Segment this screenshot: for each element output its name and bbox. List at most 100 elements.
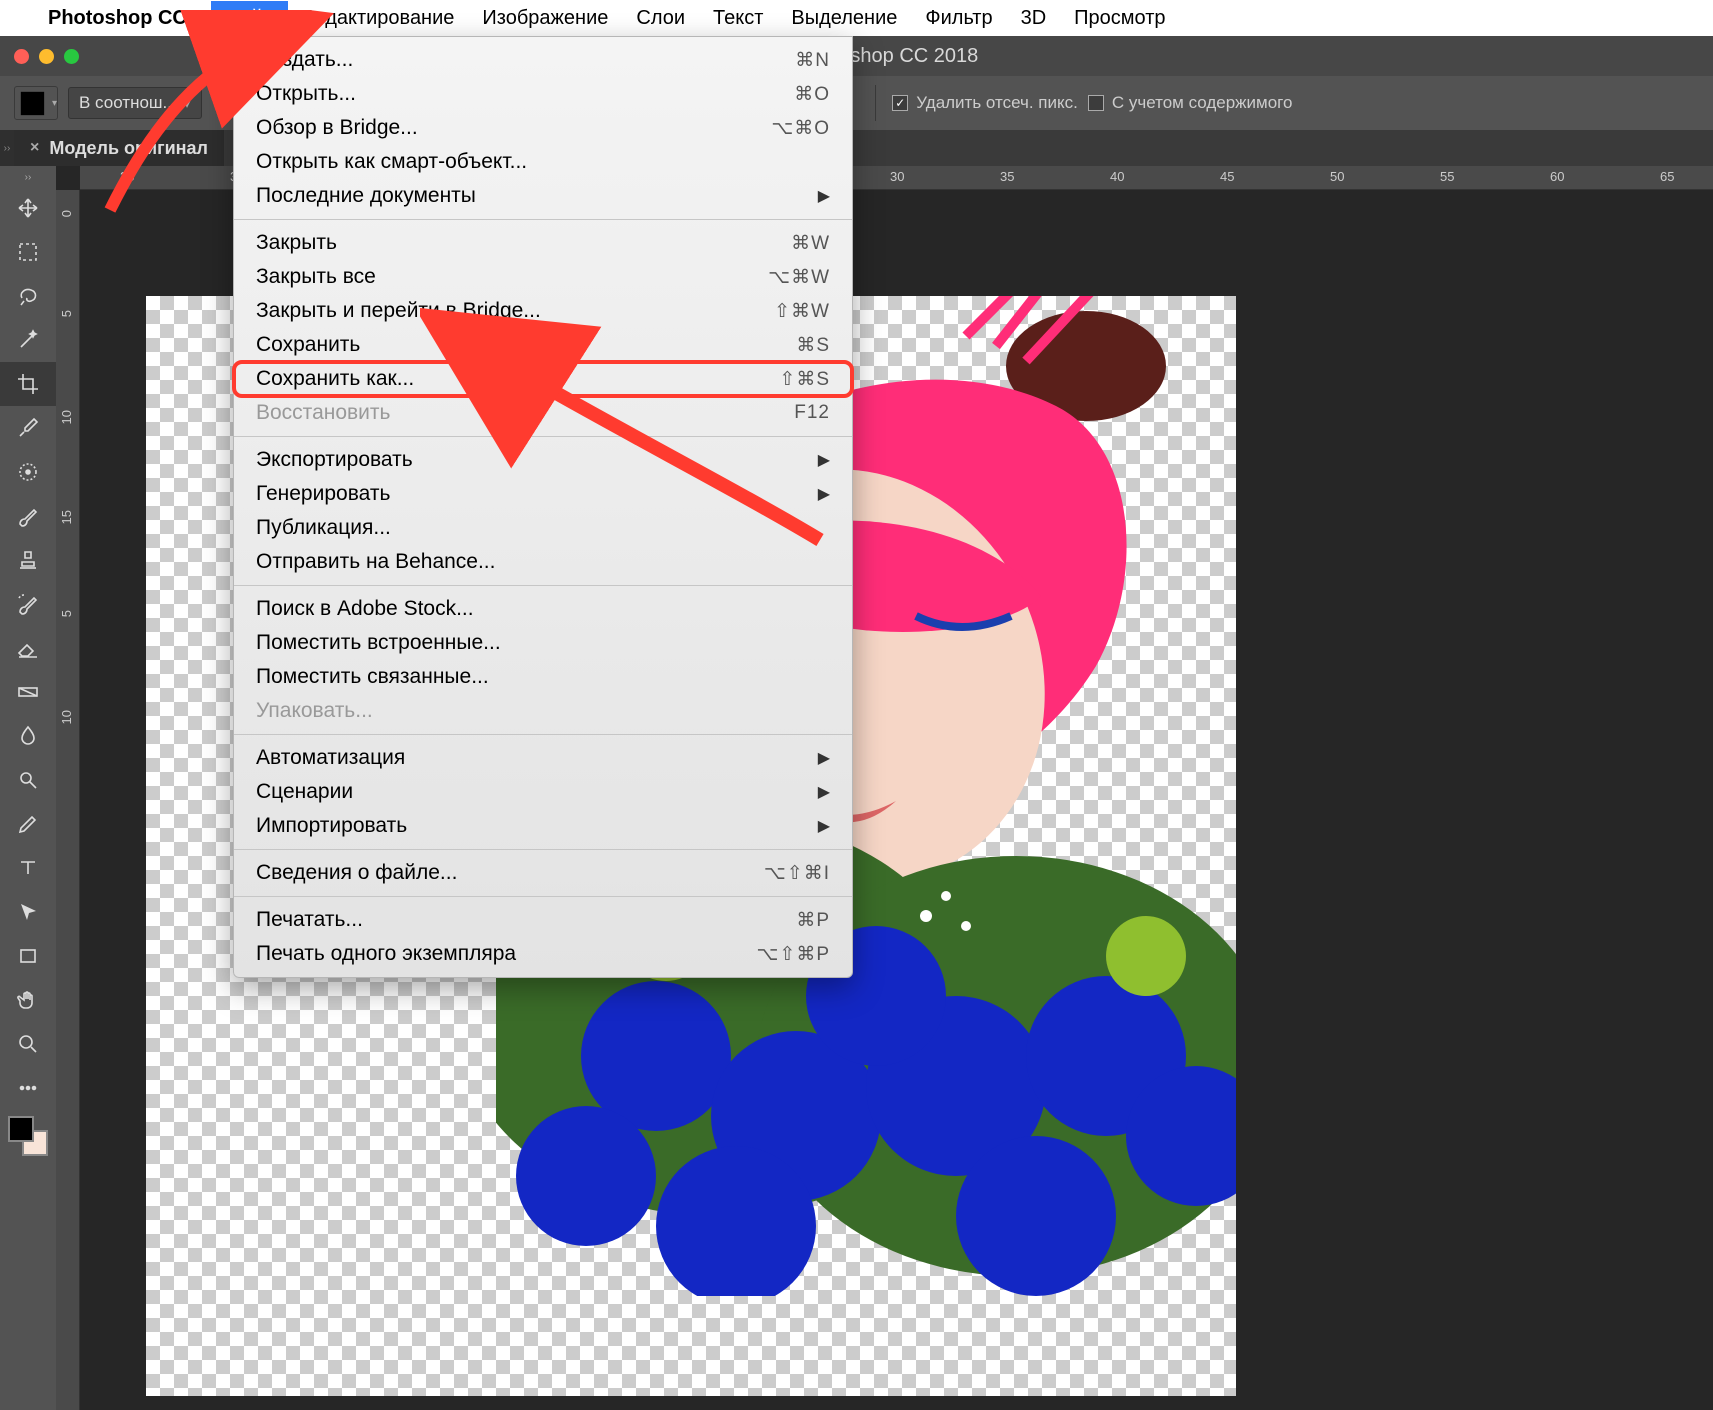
menu-shortcut: ⌘P (796, 909, 830, 932)
menu-shortcut: ⌥⇧⌘I (764, 862, 830, 885)
minimize-window-button[interactable] (39, 49, 54, 64)
content-aware-label: С учетом содержимого (1112, 93, 1293, 113)
menu-item-label: Автоматизация (256, 746, 405, 770)
submenu-arrow-icon: ▶ (818, 484, 830, 504)
tool-pen[interactable] (0, 802, 56, 846)
delete-cropped-checkbox[interactable]: ✓Удалить отсеч. пикс. (892, 93, 1078, 113)
traffic-lights (0, 49, 79, 64)
tool-gradient[interactable] (0, 670, 56, 714)
menu-файл[interactable]: Файл (211, 1, 288, 36)
tool-hand[interactable] (0, 978, 56, 1022)
menu-item[interactable]: Импортировать▶ (234, 809, 852, 843)
tool-stamp[interactable] (0, 538, 56, 582)
menu-item-label: Упаковать... (256, 699, 373, 723)
tool-zoom[interactable] (0, 1022, 56, 1066)
close-window-button[interactable] (14, 49, 29, 64)
annotation-underline (229, 33, 301, 39)
menu-item[interactable]: Закрыть и перейти в Bridge...⇧⌘W (234, 294, 852, 328)
menu-item[interactable]: Создать...⌘N (234, 43, 852, 77)
menu-item[interactable]: Поместить связанные... (234, 660, 852, 694)
tool-brush[interactable] (0, 494, 56, 538)
menu-item[interactable]: Публикация... (234, 511, 852, 545)
tool-crop[interactable] (0, 362, 56, 406)
menu-item[interactable]: Автоматизация ▶ (234, 741, 852, 775)
content-aware-checkbox[interactable]: С учетом содержимого (1088, 93, 1293, 113)
delete-cropped-label: Удалить отсеч. пикс. (916, 93, 1078, 113)
aspect-ratio-dropdown[interactable]: В соотнош...▾ (68, 87, 202, 119)
tool-eyedropper[interactable] (0, 406, 56, 450)
menu-item[interactable]: Сценарии▶ (234, 775, 852, 809)
menu-просмотр[interactable]: Просмотр (1060, 1, 1179, 36)
close-tab-icon[interactable]: × (30, 139, 39, 157)
tool-blur[interactable] (0, 714, 56, 758)
menu-item-label: Открыть как смарт-объект... (256, 150, 527, 174)
document-tab[interactable]: × Модель оригинал (14, 130, 224, 166)
menu-item[interactable]: Печать одного экземпляра ⌥⇧⌘P (234, 937, 852, 971)
menu-shortcut: ⌥⇧⌘P (757, 943, 831, 966)
foreground-swatch[interactable] (8, 1116, 34, 1142)
menu-item[interactable]: Закрыть все⌥⌘W (234, 260, 852, 294)
toolbox-collapse-icon[interactable]: ›› (0, 172, 56, 186)
menu-item[interactable]: Отправить на Behance... (234, 545, 852, 579)
ruler-tick: 30 (890, 169, 904, 184)
ruler-tick: 10 (59, 410, 74, 424)
menu-shortcut: ⌘W (791, 232, 830, 255)
menu-item[interactable]: Открыть...⌘O (234, 77, 852, 111)
tabstrip-grip-icon[interactable]: ›› (0, 130, 14, 166)
tool-preset-picker[interactable]: ▾ (14, 86, 58, 120)
menu-item[interactable]: Поиск в Adobe Stock... (234, 592, 852, 626)
menu-item[interactable]: Обзор в Bridge...⌥⌘O (234, 111, 852, 145)
app-name[interactable]: Photoshop CC (48, 7, 187, 30)
menu-divider (234, 219, 852, 220)
tool-type[interactable] (0, 846, 56, 890)
menu-3d[interactable]: 3D (1007, 1, 1061, 36)
menu-item-label: Сценарии (256, 780, 353, 804)
tool-path-select[interactable] (0, 890, 56, 934)
tool-move[interactable] (0, 186, 56, 230)
menu-item-label: Печать одного экземпляра (256, 942, 516, 966)
menu-item-label: Публикация... (256, 516, 391, 540)
menu-item-label: Поместить встроенные... (256, 631, 501, 655)
menu-item-label: Последние документы (256, 184, 476, 208)
menu-divider (234, 436, 852, 437)
menu-item[interactable]: Печатать...⌘P (234, 903, 852, 937)
ruler-tick: 35 (1000, 169, 1014, 184)
menu-item[interactable]: Открыть как смарт-объект... (234, 145, 852, 179)
tool-lasso[interactable] (0, 274, 56, 318)
menu-слои[interactable]: Слои (622, 1, 699, 36)
menu-текст[interactable]: Текст (699, 1, 777, 36)
menu-изображение[interactable]: Изображение (468, 1, 622, 36)
menu-item[interactable]: Экспортировать▶ (234, 443, 852, 477)
menu-item[interactable]: Сохранить⌘S (234, 328, 852, 362)
ruler-tick: 0 (59, 210, 74, 217)
menu-редактирование[interactable]: Редактирование (288, 1, 468, 36)
menu-item[interactable]: Закрыть⌘W (234, 226, 852, 260)
tool-marquee[interactable] (0, 230, 56, 274)
tool-healing[interactable] (0, 450, 56, 494)
menu-item[interactable]: Генерировать▶ (234, 477, 852, 511)
menu-item[interactable]: Поместить встроенные... (234, 626, 852, 660)
menu-divider (234, 896, 852, 897)
submenu-arrow-icon: ▶ (818, 748, 830, 768)
color-swatches[interactable] (8, 1116, 48, 1156)
menu-фильтр[interactable]: Фильтр (911, 1, 1006, 36)
zoom-window-button[interactable] (64, 49, 79, 64)
menu-выделение[interactable]: Выделение (777, 1, 911, 36)
tool-history-brush[interactable] (0, 582, 56, 626)
submenu-arrow-icon: ▶ (818, 816, 830, 836)
menu-item-label: Закрыть все (256, 265, 376, 289)
ruler-tick: 55 (1440, 169, 1454, 184)
ruler-vertical[interactable]: 051015510 (56, 190, 80, 1410)
tool-dodge[interactable] (0, 758, 56, 802)
menu-item[interactable]: Последние документы▶ (234, 179, 852, 213)
menu-item-label: Создать... (256, 48, 353, 72)
ruler-tick: 10 (59, 710, 74, 724)
menu-item: ВосстановитьF12 (234, 396, 852, 430)
menu-item-label: Закрыть и перейти в Bridge... (256, 299, 541, 323)
tool-edit-toolbar[interactable] (0, 1066, 56, 1110)
menu-item[interactable]: Сведения о файле...⌥⇧⌘I (234, 856, 852, 890)
tool-eraser[interactable] (0, 626, 56, 670)
tool-rectangle[interactable] (0, 934, 56, 978)
tool-magic-wand[interactable] (0, 318, 56, 362)
menu-item[interactable]: Сохранить как...⇧⌘S (234, 362, 852, 396)
